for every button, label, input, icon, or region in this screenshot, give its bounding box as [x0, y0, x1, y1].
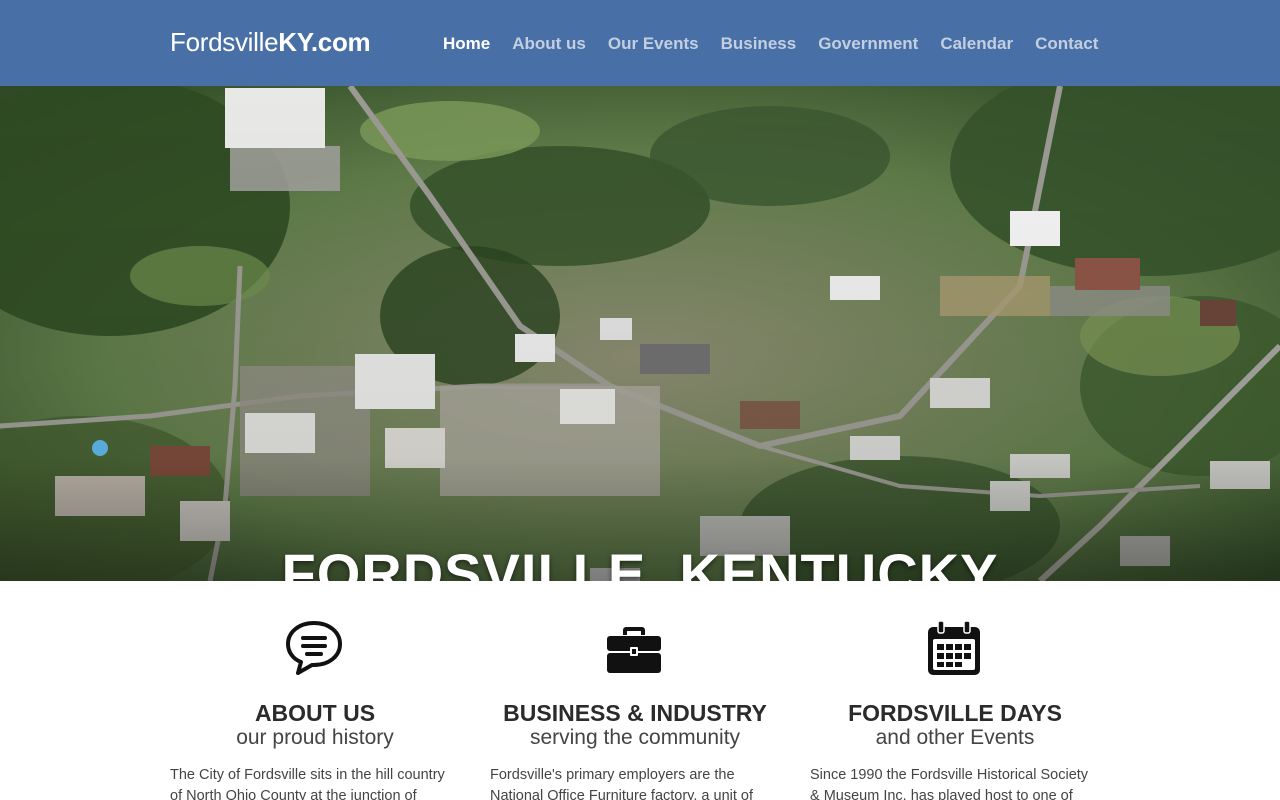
nav-contact[interactable]: Contact — [1035, 33, 1098, 55]
feature-text: Fordsville's primary employers are the N… — [490, 767, 754, 800]
feature-text: Since 1990 the Fordsville Historical Soc… — [810, 767, 1089, 800]
hero-title: FORDSVILLE, KENTUCKY — [281, 542, 999, 581]
feature-subheading: serving the community — [529, 726, 741, 749]
nav-calendar[interactable]: Calendar — [940, 33, 1013, 55]
nav-government[interactable]: Government — [818, 33, 918, 55]
feature-heading: FORDSVILLE DAYS — [848, 700, 1062, 726]
main-nav: Home About us Our Events Business Govern… — [443, 33, 1120, 55]
features-section: ABOUT US our proud history The City of F… — [0, 581, 1280, 800]
site-header: FordsvilleKY.com Home About us Our Event… — [0, 0, 1280, 86]
feature-subheading: and other Events — [875, 726, 1035, 749]
feature-text: The City of Fordsville sits in the hill … — [170, 767, 445, 800]
briefcase-icon — [607, 627, 661, 673]
feature-subheading: our proud history — [236, 726, 394, 749]
site-logo[interactable]: FordsvilleKY.com — [170, 26, 371, 58]
hero-banner: FORDSVILLE, KENTUCKY — [0, 86, 1280, 581]
nav-home[interactable]: Home — [443, 33, 490, 55]
nav-our-events[interactable]: Our Events — [608, 33, 699, 55]
feature-heading: BUSINESS & INDUSTRY — [503, 700, 767, 726]
nav-business[interactable]: Business — [721, 33, 797, 55]
nav-about-us[interactable]: About us — [512, 33, 586, 55]
logo-text-bold: KY.com — [278, 27, 371, 57]
logo-text-light: Fordsville — [170, 27, 279, 57]
calendar-icon — [928, 620, 980, 675]
feature-heading: ABOUT US — [254, 700, 376, 726]
aerial-town-photo — [0, 86, 1280, 581]
speech-bubble-icon — [286, 621, 342, 675]
